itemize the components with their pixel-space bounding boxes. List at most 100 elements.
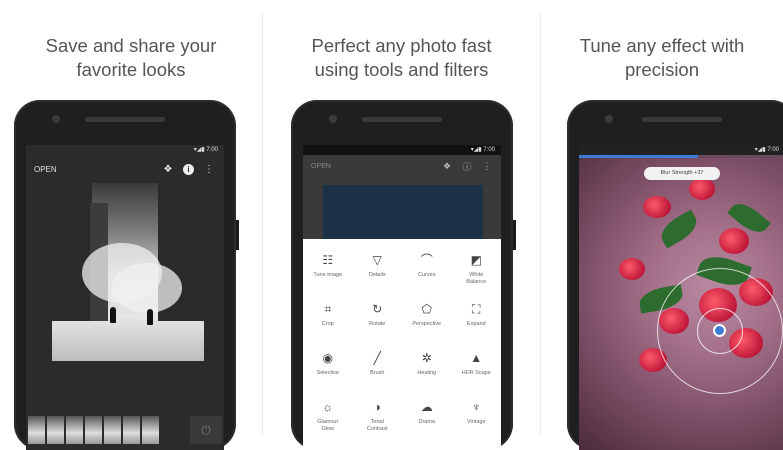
tool-selective[interactable]: ◉ Selective: [303, 349, 353, 398]
dimmed-photo: [323, 185, 483, 239]
tool-expand[interactable]: ⛶ Expand: [452, 300, 502, 349]
look-thumbnail[interactable]: [47, 416, 64, 444]
status-time: 7:00: [767, 147, 779, 153]
bw-city-photo: [52, 183, 204, 361]
tool-label: Brush: [370, 370, 385, 376]
status-bar: ▾◢▮ 7:00: [579, 145, 783, 155]
tool-brush[interactable]: ╱ Brush: [353, 349, 403, 398]
flower: [719, 228, 749, 254]
control-point-handle[interactable]: [713, 324, 726, 337]
panel-caption: Perfect any photo fast using tools and f…: [263, 34, 540, 82]
tool-label: Crop: [321, 321, 334, 327]
look-thumbnail[interactable]: [85, 416, 102, 444]
caption-line-1: Perfect any photo fast: [311, 35, 492, 56]
tool-label: Curves: [418, 272, 436, 278]
caption-line-1: Tune any effect with: [579, 35, 745, 56]
tool-white-balance[interactable]: ◩ White Balance: [452, 251, 502, 300]
panel-tools-filters: Perfect any photo fast using tools and f…: [263, 0, 540, 450]
tool-label: White Balance: [466, 272, 487, 285]
tool-rotate[interactable]: ↻ Rotate: [353, 300, 403, 349]
tool-healing[interactable]: ✲ Healing: [402, 349, 452, 398]
tool-drama[interactable]: ☁ Drama: [402, 398, 452, 447]
panel-save-share: Save and share your favorite looks ▾◢▮ 7…: [0, 0, 262, 450]
side-button: [513, 220, 516, 250]
tool-label: Tonal Contrast: [366, 419, 388, 432]
curves-icon: ⌒: [420, 253, 433, 267]
side-button: [236, 220, 239, 250]
white-balance-icon: ◩: [470, 253, 482, 267]
look-thumbnail[interactable]: [28, 416, 45, 444]
panel-tune-effect: Tune any effect with precision ▾◢▮ 7:00: [541, 0, 783, 450]
caption-line-2: using tools and filters: [314, 59, 489, 80]
speaker-grille: [642, 117, 722, 122]
steam-cloud: [112, 263, 182, 313]
details-icon: ▽: [372, 253, 382, 267]
tool-label: Rotate: [369, 321, 386, 327]
stack-icon[interactable]: ❖: [441, 160, 453, 172]
open-button[interactable]: OPEN: [311, 163, 433, 170]
open-button[interactable]: OPEN: [34, 165, 153, 174]
tonal-contrast-icon: ◑: [373, 400, 381, 414]
caption-line-2: favorite looks: [76, 59, 186, 80]
glamour-glow-icon: ☼: [322, 400, 334, 414]
tool-glamour-glow[interactable]: ☼ Glamour Glow: [303, 398, 353, 447]
caption-line-1: Save and share your: [45, 35, 217, 56]
crop-icon: ⌗: [324, 302, 332, 316]
phone-mockup: ▾◢▮ 7:00 OPEN ❖ i ⋮ ⏻: [14, 100, 239, 450]
speaker-grille: [362, 117, 442, 122]
tool-vintage[interactable]: ♆ Vintage: [452, 398, 502, 447]
front-camera: [605, 115, 613, 123]
look-thumbnail[interactable]: [123, 416, 140, 444]
tool-hdr-scape[interactable]: ▲ HDR Scape: [452, 349, 502, 398]
app-bar: OPEN ❖ i ⋮: [26, 155, 224, 183]
look-thumbnail[interactable]: [142, 416, 159, 444]
more-icon[interactable]: ⋮: [202, 162, 216, 176]
more-icon[interactable]: ⋮: [481, 160, 493, 172]
tool-curves[interactable]: ⌒ Curves: [402, 251, 452, 300]
hdr-scape-icon: ▲: [470, 351, 483, 365]
flower: [689, 178, 715, 200]
speaker-grille: [85, 117, 165, 122]
status-bar: ▾◢▮ 7:00: [193, 147, 218, 153]
phone-screen: ▾◢▮ 7:00 OPEN ❖ i ⋮ ⏻: [26, 145, 224, 450]
tool-label: HDR Scape: [461, 370, 491, 376]
pedestrian: [147, 309, 153, 325]
flower-photo: [579, 158, 783, 450]
look-thumbnail[interactable]: [104, 416, 121, 444]
phone-screen: ▾◢▮ 7:00 OPEN ❖ ⓘ ⋮ ☷ Tune image ▽ Details…: [303, 145, 501, 450]
status-time: 7:00: [483, 147, 495, 153]
blur-strength-pill: Blur Strength +37: [644, 167, 720, 180]
tool-label: Tune image: [313, 272, 343, 278]
tool-tune-image[interactable]: ☷ Tune image: [303, 251, 353, 300]
tool-crop[interactable]: ⌗ Crop: [303, 300, 353, 349]
info-icon[interactable]: ⓘ: [461, 160, 473, 172]
tool-perspective[interactable]: ⬠ Perspective: [402, 300, 452, 349]
phone-mockup: ▾◢▮ 7:00 OPEN ❖ ⓘ ⋮ ☷ Tune image ▽ Details…: [291, 100, 516, 450]
panel-caption: Tune any effect with precision: [541, 34, 783, 82]
phone-mockup: ▾◢▮ 7:00 Blur Strength +37: [567, 100, 783, 450]
tool-details[interactable]: ▽ Details: [353, 251, 403, 300]
vintage-icon: ♆: [471, 400, 481, 414]
tool-label: Vintage: [466, 419, 486, 425]
selective-icon: ◉: [322, 351, 333, 365]
info-icon[interactable]: i: [183, 163, 194, 175]
pedestrian: [110, 307, 116, 323]
look-thumbnail[interactable]: [66, 416, 83, 444]
flower: [619, 258, 645, 280]
look-thumbnails: ⏻: [26, 416, 224, 444]
tool-label: Drama: [418, 419, 435, 425]
tool-label: Details: [368, 272, 386, 278]
front-camera: [329, 115, 337, 123]
healing-icon: ✲: [421, 351, 432, 365]
phone-screen: ▾◢▮ 7:00 Blur Strength +37: [579, 145, 783, 450]
tool-label: Expand: [466, 321, 486, 327]
power-icon[interactable]: ⏻: [190, 416, 222, 444]
status-time: 7:00: [206, 147, 218, 153]
perspective-icon: ⬠: [421, 302, 432, 316]
front-camera: [52, 115, 60, 123]
tool-tonal-contrast[interactable]: ◑ Tonal Contrast: [353, 398, 403, 447]
app-bar: OPEN ❖ ⓘ ⋮: [303, 155, 501, 177]
tune-image-icon: ☷: [322, 253, 334, 267]
stack-icon[interactable]: ❖: [161, 162, 175, 176]
tools-grid: ☷ Tune image ▽ Details ⌒ Curves ◩ White Bala…: [303, 239, 501, 450]
